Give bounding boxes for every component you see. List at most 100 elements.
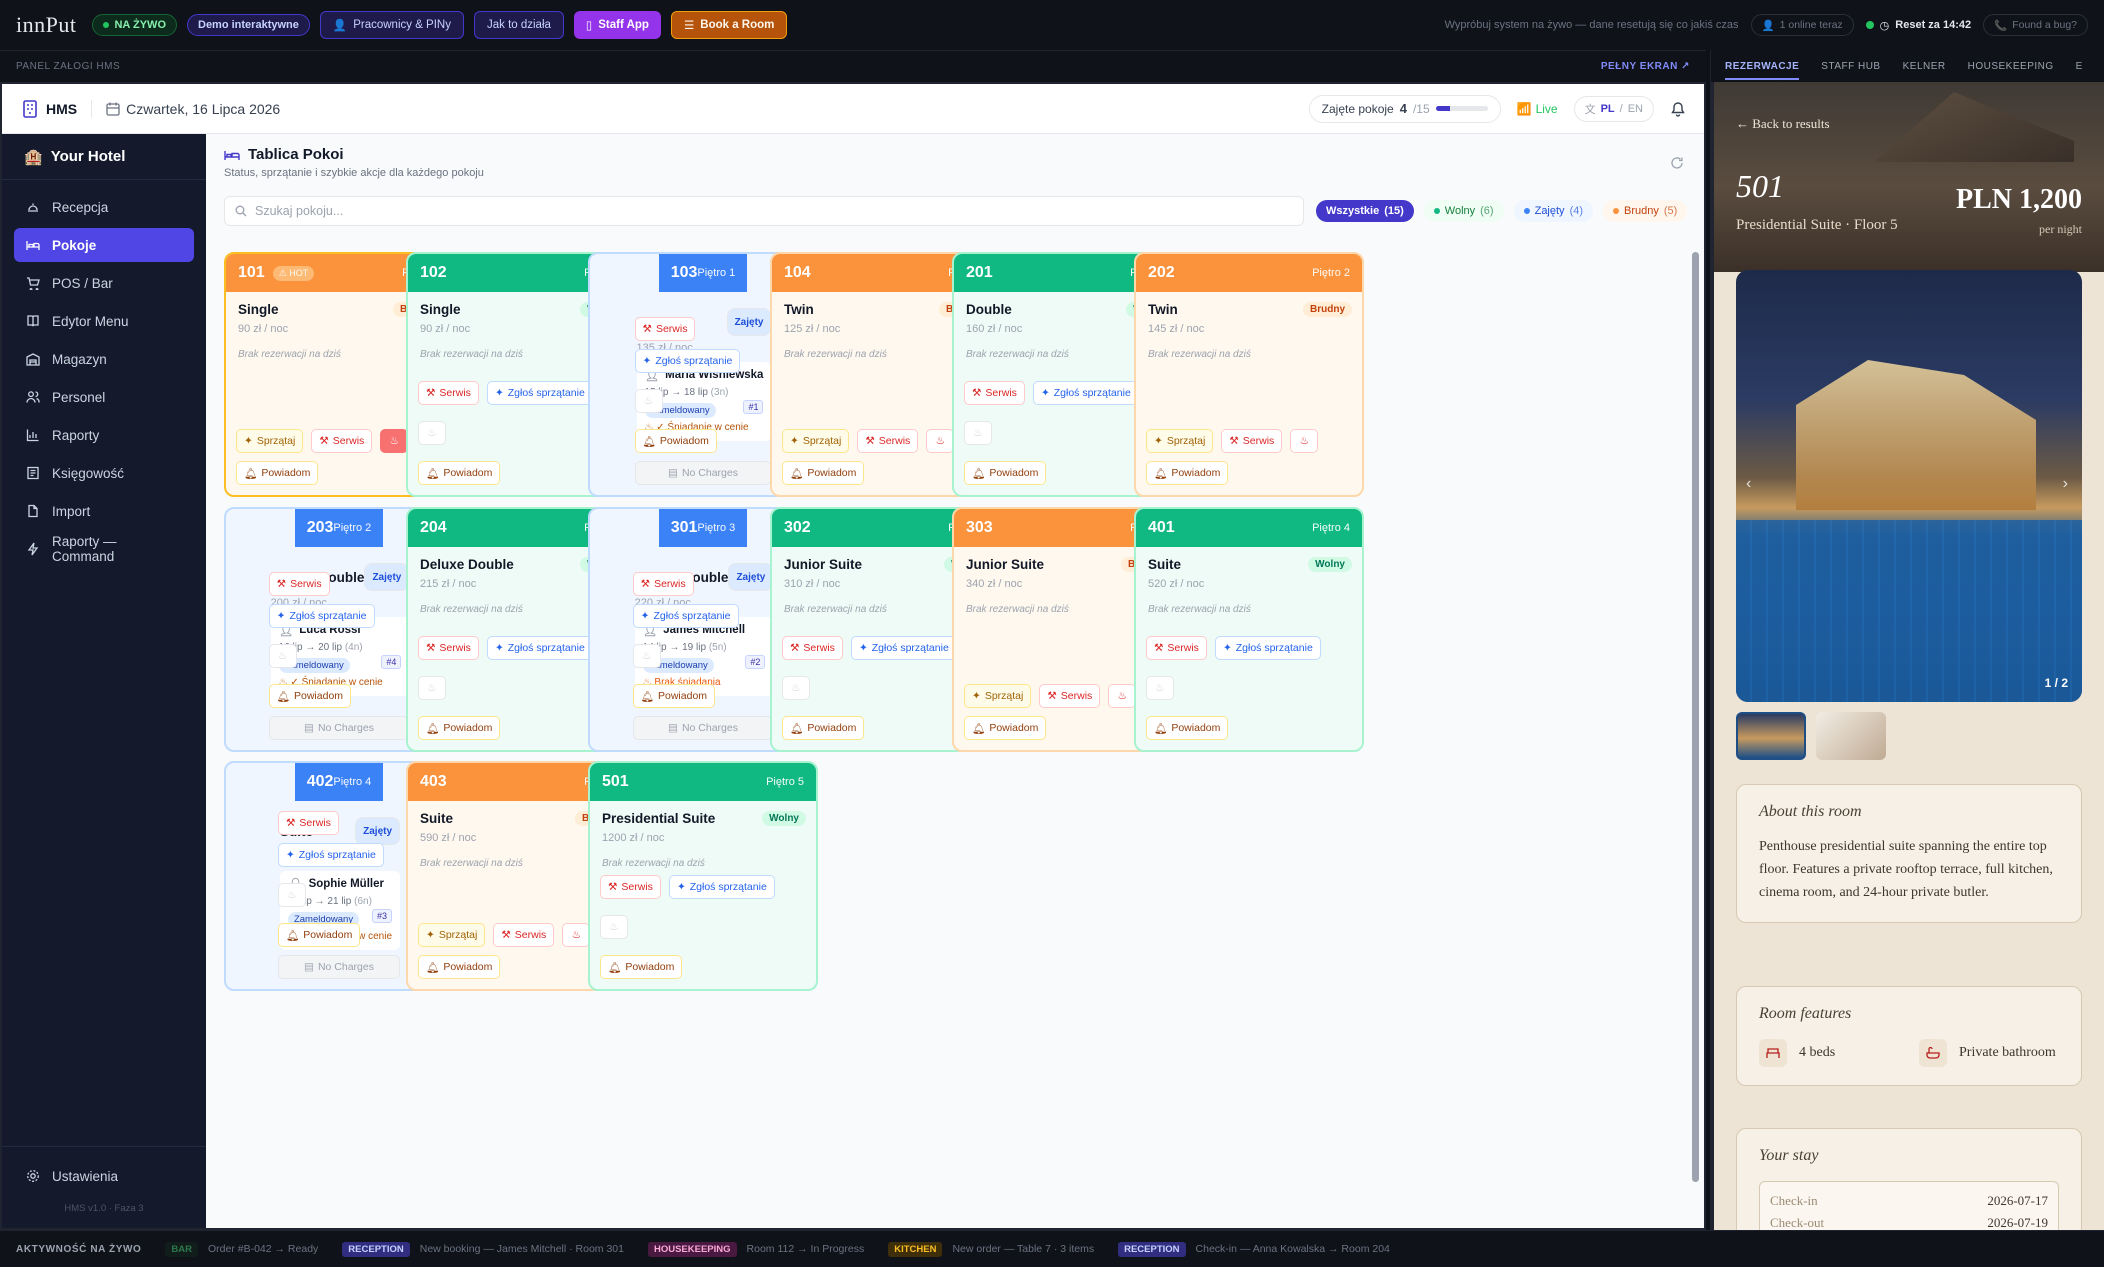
sidebar-item-raporty[interactable]: Raporty <box>14 418 194 452</box>
chevron-right-icon[interactable]: › <box>2063 475 2068 493</box>
service-button[interactable]: ⚒ Serwis <box>268 572 330 596</box>
book-room-button[interactable]: ☰ Book a Room <box>670 11 788 39</box>
request-clean-button[interactable]: ✦ Zgłoś sprzątanie <box>1214 636 1321 660</box>
chevron-left-icon[interactable]: ‹ <box>1746 475 1751 493</box>
sidebar-item-pos-bar[interactable]: POS / Bar <box>14 266 194 300</box>
refresh-icon[interactable] <box>1670 156 1684 170</box>
language-switch[interactable]: 文 PL / EN <box>1573 95 1654 122</box>
service-button[interactable]: ⚒ Serwis <box>277 811 339 835</box>
filter-free[interactable]: Wolny (6) <box>1423 200 1504 222</box>
clean-button[interactable]: ✦ Sprzątaj <box>782 429 850 453</box>
clean-button[interactable]: ✦ Sprzątaj <box>418 923 486 947</box>
workers-button[interactable]: 👤 Pracownicy & PINy <box>319 11 464 39</box>
sidebar-item-księgowość[interactable]: Księgowość <box>14 456 194 490</box>
clean-button[interactable]: ✦ Sprzątaj <box>236 429 304 453</box>
room-photo[interactable]: ‹ › 1 / 2 <box>1736 270 2082 702</box>
tab-rezerwacje[interactable]: REZERWACJE <box>1725 53 1800 80</box>
notify-button[interactable]: 🔔︎ Powiadom <box>277 923 361 947</box>
notify-button[interactable]: 🔔︎ Powiadom <box>634 429 717 453</box>
priority-button[interactable]: ♨ <box>1290 429 1319 453</box>
tab-housekeeping[interactable]: HOUSEKEEPING <box>1968 61 2054 72</box>
staff-app-button[interactable]: ▯ Staff App <box>573 11 661 39</box>
notify-button[interactable]: 🔔︎ Powiadom <box>418 716 501 740</box>
priority-button[interactable]: ♨ <box>418 676 446 700</box>
service-button[interactable]: ⚒ Serwis <box>857 429 919 453</box>
request-clean-button[interactable]: ✦ Zgłoś sprzątanie <box>668 875 775 899</box>
request-clean-button[interactable]: ✦ Zgłoś sprzątanie <box>632 604 739 628</box>
priority-button[interactable]: ♨ <box>632 644 661 668</box>
service-button[interactable]: ⚒ Serwis <box>1221 429 1283 453</box>
notify-button[interactable]: 🔔︎ Powiadom <box>236 461 319 485</box>
priority-button[interactable]: ♨ <box>380 429 409 453</box>
notify-button[interactable]: 🔔︎ Powiadom <box>418 461 501 485</box>
service-button[interactable]: ⚒ Serwis <box>782 636 843 660</box>
room-search-input[interactable]: Szukaj pokoju... <box>224 196 1304 226</box>
thumbnail-pool[interactable] <box>1736 712 1806 760</box>
tab-staff-hub[interactable]: STAFF HUB <box>1821 61 1880 72</box>
request-clean-button[interactable]: ✦ Zgłoś sprzątanie <box>634 349 741 373</box>
filter-all[interactable]: Wszystkie (15) <box>1316 200 1414 222</box>
service-button[interactable]: ⚒ Serwis <box>418 381 479 405</box>
hms-logo[interactable]: HMS <box>22 99 93 118</box>
service-button[interactable]: ⚒ Serwis <box>1146 636 1207 660</box>
notify-button[interactable]: 🔔︎ Powiadom <box>268 684 352 708</box>
notify-button[interactable]: 🔔︎ Powiadom <box>782 461 865 485</box>
sidebar-item-personel[interactable]: Personel <box>14 380 194 414</box>
back-to-results-link[interactable]: ← Back to results <box>1736 116 1830 132</box>
priority-button[interactable]: ♨ <box>1146 676 1174 700</box>
service-button[interactable]: ⚒ Serwis <box>493 923 555 947</box>
stay-dates[interactable]: Check-in 2026-07-17 Check-out 2026-07-19 <box>1759 1181 2059 1230</box>
priority-button[interactable]: ♨ <box>782 676 810 700</box>
no-charges-button[interactable]: ▤ No Charges <box>268 716 410 740</box>
request-clean-button[interactable]: ✦ Zgłoś sprzątanie <box>277 843 384 867</box>
service-button[interactable]: ⚒ Serwis <box>634 317 696 341</box>
priority-button[interactable]: ♨ <box>418 421 446 445</box>
sidebar-item-recepcja[interactable]: Recepcja <box>14 190 194 224</box>
priority-button[interactable]: ♨ <box>268 644 297 668</box>
room-card[interactable]: 401 Piętro 4 Suite Wolny 520 zł / noc Brak re… <box>1134 507 1364 752</box>
lang-pl[interactable]: PL <box>1601 103 1615 115</box>
how-it-works-button[interactable]: Jak to działa <box>473 11 564 39</box>
priority-button[interactable]: ♨ <box>277 883 306 907</box>
clean-button[interactable]: ✦ Sprzątaj <box>964 684 1032 708</box>
no-charges-button[interactable]: ▤ No Charges <box>632 716 774 740</box>
request-clean-button[interactable]: ✦ Zgłoś sprzątanie <box>850 636 957 660</box>
tab-e[interactable]: E <box>2076 61 2083 72</box>
notify-button[interactable]: 🔔︎ Powiadom <box>1146 716 1229 740</box>
fullscreen-button[interactable]: PEŁNY EKRAN ↗ <box>1601 61 1690 72</box>
service-button[interactable]: ⚒ Serwis <box>600 875 661 899</box>
notify-button[interactable]: 🔔︎ Powiadom <box>964 461 1047 485</box>
bell-icon[interactable] <box>1670 101 1686 117</box>
priority-button[interactable]: ♨ <box>634 389 663 413</box>
filter-occupied[interactable]: Zajęty (4) <box>1513 200 1594 222</box>
scrollbar[interactable] <box>1692 240 1699 1228</box>
notify-button[interactable]: 🔔︎ Powiadom <box>1146 461 1229 485</box>
priority-button[interactable]: ♨ <box>1108 684 1137 708</box>
filter-dirty[interactable]: Brudny (5) <box>1603 200 1688 222</box>
request-clean-button[interactable]: ✦ Zgłoś sprzątanie <box>486 636 593 660</box>
clean-button[interactable]: ✦ Sprzątaj <box>1146 429 1214 453</box>
notify-button[interactable]: 🔔︎ Powiadom <box>600 955 683 979</box>
service-button[interactable]: ⚒ Serwis <box>311 429 373 453</box>
no-charges-button[interactable]: ▤ No Charges <box>277 955 401 979</box>
sidebar-item-edytor-menu[interactable]: Edytor Menu <box>14 304 194 338</box>
service-button[interactable]: ⚒ Serwis <box>418 636 479 660</box>
notify-button[interactable]: 🔔︎ Powiadom <box>418 955 501 979</box>
sidebar-item-magazyn[interactable]: Magazyn <box>14 342 194 376</box>
sidebar-item-settings[interactable]: Ustawienia <box>14 1159 194 1193</box>
priority-button[interactable]: ♨ <box>562 923 591 947</box>
sidebar-item-pokoje[interactable]: Pokoje <box>14 228 194 262</box>
notify-button[interactable]: 🔔︎ Powiadom <box>632 684 716 708</box>
sidebar-item-raporty-command[interactable]: Raporty — Command <box>14 532 194 566</box>
sidebar-item-import[interactable]: Import <box>14 494 194 528</box>
service-button[interactable]: ⚒ Serwis <box>964 381 1025 405</box>
thumbnail-bedroom[interactable] <box>1816 712 1886 760</box>
priority-button[interactable]: ♨ <box>600 915 628 939</box>
no-charges-button[interactable]: ▤ No Charges <box>634 461 772 485</box>
lang-en[interactable]: EN <box>1628 103 1643 115</box>
bug-report-button[interactable]: 📞 Found a bug? <box>1983 14 2088 36</box>
request-clean-button[interactable]: ✦ Zgłoś sprzątanie <box>268 604 375 628</box>
request-clean-button[interactable]: ✦ Zgłoś sprzątanie <box>486 381 593 405</box>
tab-kelner[interactable]: KELNER <box>1903 61 1946 72</box>
priority-button[interactable]: ♨ <box>964 421 992 445</box>
